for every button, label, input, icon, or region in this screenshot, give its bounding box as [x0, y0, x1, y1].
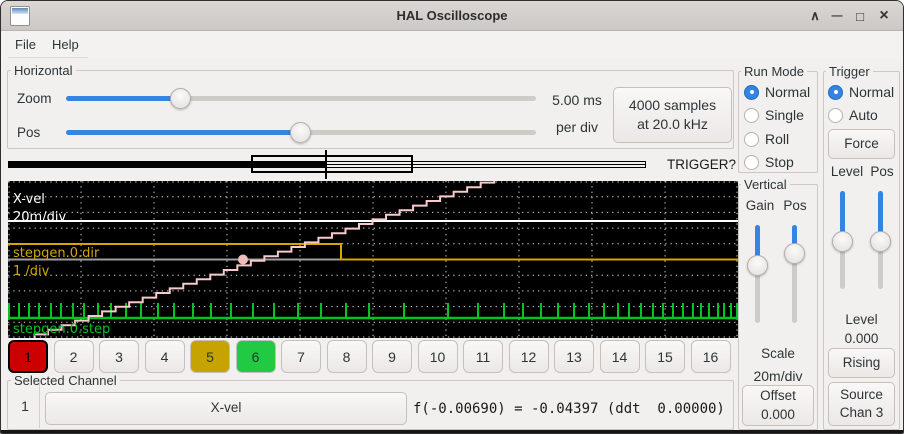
samples-line1: 4000 samples	[629, 96, 716, 115]
selected-channel-number: 1	[13, 398, 37, 414]
gain-slider-label: Gain	[743, 198, 777, 213]
samples-line2: at 20.0 kHz	[637, 115, 708, 134]
time-per-div-value: 5.00 ms	[544, 92, 610, 108]
channel-button-15[interactable]: 15	[645, 340, 685, 373]
shade-button[interactable]: ∧	[805, 5, 825, 27]
channel-value-readout: f(-0.00690) = -0.04397 (ddt 0.00000)	[413, 401, 725, 417]
trigger-level-slider-label: Level	[829, 164, 865, 179]
menubar: File Help	[1, 31, 903, 59]
samples-button[interactable]: 4000 samples at 20.0 kHz	[613, 87, 732, 143]
radio-selected-icon	[744, 85, 759, 100]
vertical-pos-slider-handle[interactable]	[784, 243, 805, 264]
trigger-pos-slider-label: Pos	[868, 164, 896, 179]
minimize-button[interactable]: —	[827, 5, 847, 27]
channel-button-row: 1 2 3 4 5 6 7 8 9 10 11 12 13 14 15 16	[8, 340, 734, 373]
radio-icon	[828, 108, 843, 123]
channel-button-8[interactable]: 8	[327, 340, 367, 373]
trigger-source-caption: Source	[840, 386, 883, 404]
trigger-level-value: 0.000	[823, 331, 900, 346]
trigger-position-line	[325, 150, 327, 179]
zoom-slider-handle[interactable]	[170, 88, 191, 109]
offset-button[interactable]: Offset 0.000	[742, 385, 814, 426]
trigger-slope-button[interactable]: Rising	[828, 348, 895, 378]
channel-button-6[interactable]: 6	[236, 340, 276, 373]
channel-button-13[interactable]: 13	[554, 340, 594, 373]
radio-icon	[744, 108, 759, 123]
channel-button-7[interactable]: 7	[281, 340, 321, 373]
window-title: HAL Oscilloscope	[1, 8, 903, 23]
svg-text:20m/div: 20m/div	[13, 210, 66, 225]
offset-caption: Offset	[760, 387, 796, 405]
horizontal-group-label: Horizontal	[11, 63, 76, 78]
time-per-div-caption: per div	[544, 119, 610, 135]
trigger-pos-slider-handle[interactable]	[870, 231, 891, 252]
channel-button-5[interactable]: 5	[190, 340, 230, 373]
app-window: HAL Oscilloscope ∧ — □ × File Help Horiz…	[0, 0, 904, 434]
svg-text:X-vel: X-vel	[13, 192, 45, 207]
channel-button-12[interactable]: 12	[509, 340, 549, 373]
window-bottom-edge	[1, 430, 903, 434]
trigger-source-button[interactable]: Source Chan 3	[828, 382, 895, 426]
menu-separator	[8, 57, 88, 58]
scale-value: 20m/div	[738, 368, 818, 384]
svg-text:stepgen.0.dir: stepgen.0.dir	[13, 246, 100, 261]
titlebar: HAL Oscilloscope ∧ — □ ×	[1, 1, 903, 31]
pos-slider-label: Pos	[17, 125, 40, 140]
selected-channel-name: X-vel	[211, 399, 242, 417]
channel-button-9[interactable]: 9	[372, 340, 412, 373]
maximize-button[interactable]: □	[850, 5, 870, 27]
svg-text:1 /div: 1 /div	[13, 264, 50, 279]
runmode-radio-single[interactable]: Single	[744, 107, 804, 123]
radio-selected-icon	[828, 85, 843, 100]
menu-file[interactable]: File	[12, 37, 39, 52]
svg-text:stepgen.0.step: stepgen.0.step	[13, 322, 110, 337]
channel-button-2[interactable]: 2	[54, 340, 94, 373]
zoom-slider-fill	[66, 96, 181, 101]
trigger-radio-auto[interactable]: Auto	[828, 107, 878, 123]
trigger-level-slider-handle[interactable]	[832, 231, 853, 252]
vertical-group-label: Vertical	[741, 177, 790, 192]
hpos-slider-handle[interactable]	[290, 122, 311, 143]
menu-help[interactable]: Help	[49, 37, 82, 52]
trigger-source-value: Chan 3	[840, 404, 884, 422]
channel-button-4[interactable]: 4	[145, 340, 185, 373]
trigger-status-label: TRIGGER?	[667, 157, 736, 172]
trigger-group-label: Trigger	[826, 64, 873, 79]
channel-button-16[interactable]: 16	[691, 340, 731, 373]
channel-button-10[interactable]: 10	[418, 340, 458, 373]
radio-icon	[744, 132, 759, 147]
radio-icon	[744, 155, 759, 170]
scope-display: X-vel 20m/div stepgen.0.dir 1 /div stepgen.0…	[8, 181, 738, 338]
offset-value: 0.000	[761, 406, 795, 424]
run-mode-group-label: Run Mode	[741, 64, 807, 79]
view-window-box	[251, 155, 413, 173]
force-button[interactable]: Force	[828, 129, 895, 159]
hpos-slider-fill	[66, 130, 301, 135]
runmode-radio-roll[interactable]: Roll	[744, 131, 789, 147]
zoom-slider-label: Zoom	[17, 91, 52, 106]
selected-channel-label: Selected Channel	[11, 373, 120, 388]
channel-button-14[interactable]: 14	[600, 340, 640, 373]
vertical-pos-slider-label: Pos	[781, 198, 809, 213]
gain-slider-handle[interactable]	[747, 255, 768, 276]
channel-button-3[interactable]: 3	[99, 340, 139, 373]
close-button[interactable]: ×	[874, 5, 894, 27]
channel-button-1[interactable]: 1	[8, 340, 48, 373]
trigger-level-caption: Level	[823, 312, 900, 327]
channel-button-11[interactable]: 11	[463, 340, 503, 373]
scale-caption: Scale	[738, 346, 818, 361]
selected-channel-name-button[interactable]: X-vel	[45, 392, 407, 425]
runmode-radio-stop[interactable]: Stop	[744, 154, 794, 170]
runmode-radio-normal[interactable]: Normal	[744, 84, 810, 100]
trigger-radio-normal[interactable]: Normal	[828, 84, 894, 100]
selected-channel-separator	[39, 382, 40, 428]
